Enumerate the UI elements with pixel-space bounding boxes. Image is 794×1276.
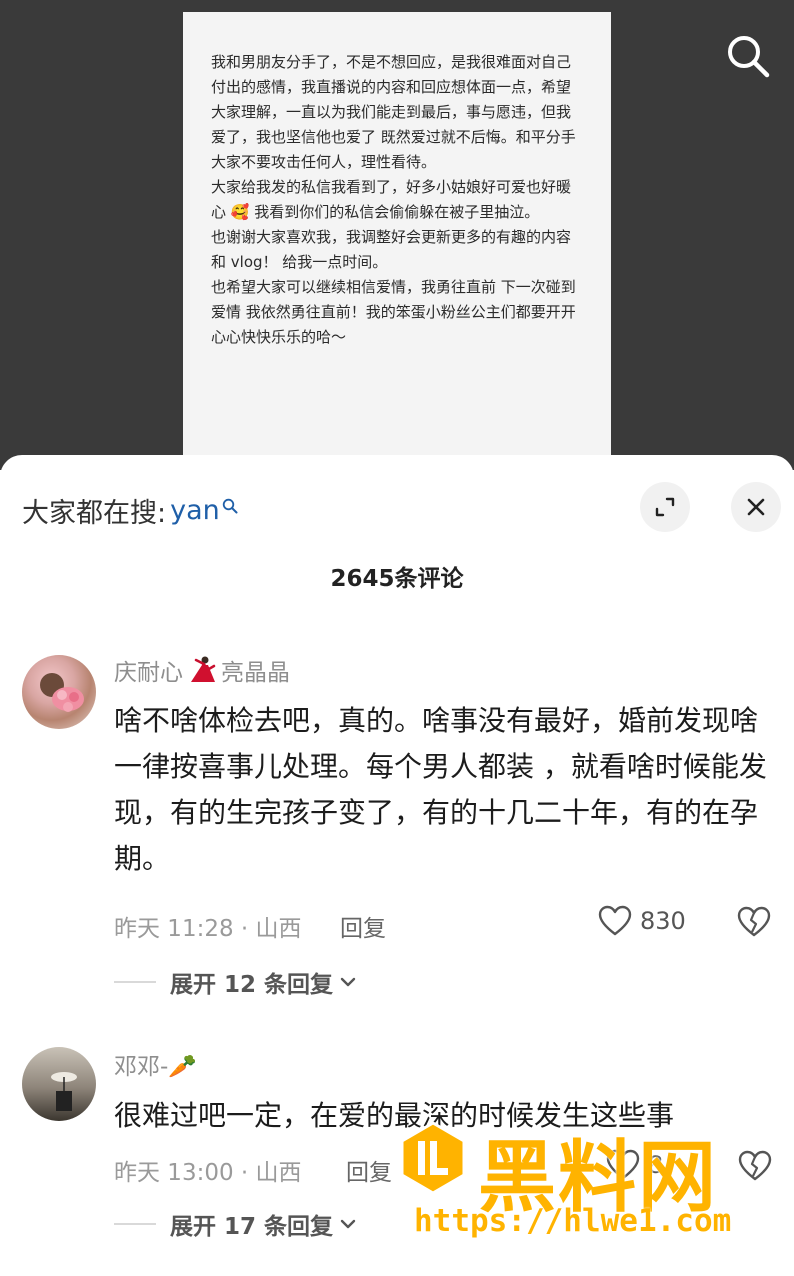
- note-paragraph: 我和男朋友分手了，不是不想回应，是我很难面对自己付出的感情，我直播说的内容和回应…: [211, 53, 576, 171]
- note-paragraph: 大家给我发的私信我看到了，好多小姑娘好可爱也好暖心 🥰 我看到你们的私信会偷偷躲…: [211, 178, 572, 221]
- expand-replies-label: 展开 17 条回复: [170, 1214, 334, 1240]
- avatar[interactable]: [22, 655, 96, 729]
- everyone-search-label: 大家都在搜:: [22, 498, 167, 529]
- divider-line: [114, 1223, 156, 1225]
- chevron-down-icon: [339, 1211, 357, 1237]
- comment-text: 啥不啥体检去吧，真的。啥事没有最好，婚前发现啥一律按喜事儿处理。每个男人都装 ，…: [114, 704, 767, 875]
- close-button[interactable]: [731, 482, 781, 532]
- note-card: 我和男朋友分手了，不是不想回应，是我很难面对自己付出的感情，我直播说的内容和回应…: [183, 12, 611, 470]
- dislike-button[interactable]: [737, 906, 771, 942]
- username-part: 亮晶晶: [221, 660, 290, 686]
- note-paragraph: 也希望大家可以继续相信爱情，我勇往直前 下一次碰到爱情 我依然勇往直前！我的笨蛋…: [211, 278, 576, 346]
- reply-button[interactable]: 回复: [340, 909, 386, 943]
- expand-icon: [655, 497, 675, 517]
- expand-replies-button[interactable]: 展开 17 条回复: [114, 1207, 357, 1241]
- search-icon[interactable]: [724, 32, 772, 80]
- comment-username[interactable]: 邓邓-🥕: [114, 1047, 197, 1081]
- chevron-down-icon: [339, 969, 357, 995]
- like-count: 830: [640, 907, 686, 935]
- expand-button[interactable]: [640, 482, 690, 532]
- avatar[interactable]: [22, 1047, 96, 1121]
- everyone-search-query: yan: [170, 495, 220, 526]
- comment-meta: 昨天 11:28 · 山西: [114, 916, 302, 942]
- comment-meta: 昨天 13:00 · 山西: [114, 1160, 302, 1186]
- divider-line: [114, 981, 156, 983]
- broken-heart-icon: [737, 906, 771, 937]
- dancer-icon: [185, 655, 219, 685]
- search-small-icon: [222, 490, 238, 521]
- comment-count: 2645条评论: [330, 566, 464, 592]
- expand-replies-label: 展开 12 条回复: [170, 972, 334, 998]
- reply-button[interactable]: 回复: [346, 1153, 392, 1187]
- watermark-logo-icon: [396, 1121, 470, 1195]
- note-paragraph: 也谢谢大家喜欢我，我调整好会更新更多的有趣的内容 和 vlog！ 给我一点时间。: [211, 228, 572, 271]
- like-button[interactable]: 830: [598, 905, 686, 937]
- username-part: 庆耐心: [114, 660, 183, 686]
- video-area[interactable]: 我和男朋友分手了，不是不想回应，是我很难面对自己付出的感情，我直播说的内容和回应…: [0, 0, 794, 470]
- watermark-url: https://hlwe1.com: [414, 1203, 732, 1239]
- expand-replies-button[interactable]: 展开 12 条回复: [114, 965, 357, 999]
- watermark: 黑料网 https://hlwe1.com: [396, 1115, 776, 1265]
- comment-username[interactable]: 庆耐心 亮晶晶: [114, 653, 290, 687]
- heart-icon: [598, 905, 632, 936]
- everyone-search-link[interactable]: 大家都在搜: yan: [22, 491, 238, 530]
- close-icon: [747, 498, 765, 516]
